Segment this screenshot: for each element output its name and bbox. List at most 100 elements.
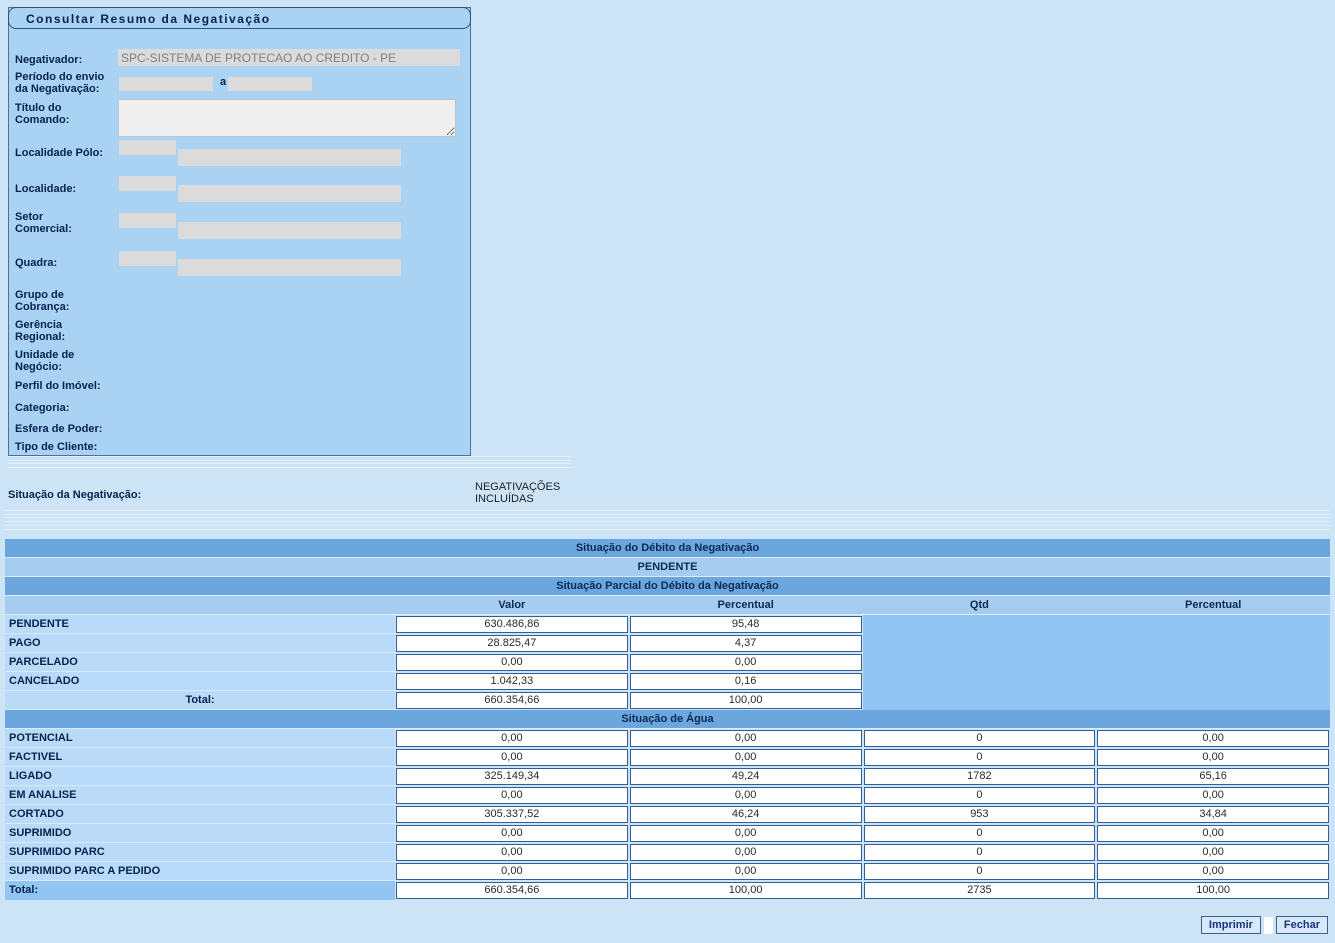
column-header-row: Valor Percentual Qtd Percentual xyxy=(5,596,1330,615)
table-row: CORTADO 305.337,52 46,24 953 34,84 xyxy=(5,805,1330,824)
table-row: POTENCIAL 0,00 0,00 0 0,00 xyxy=(5,729,1330,748)
qtd-cell: 0 xyxy=(864,787,1096,804)
percentual-cell: 0,00 xyxy=(630,825,862,842)
separator-line xyxy=(5,525,1330,530)
table-row: FACTIVEL 0,00 0,00 0 0,00 xyxy=(5,748,1330,767)
quadra-desc-input[interactable] xyxy=(178,259,401,276)
row-label-cell: CORTADO xyxy=(5,805,395,824)
row-label-cell: SUPRIMIDO PARC A PEDIDO xyxy=(5,862,395,881)
row-label-cell: PARCELADO xyxy=(5,653,395,672)
percentual-cell: 0,16 xyxy=(630,673,862,690)
agua-total-row: Total: 660.354,66 100,00 2735 100,00 xyxy=(5,881,1330,900)
localidade-code-input[interactable] xyxy=(119,176,176,191)
separator-line xyxy=(5,517,1330,522)
periodo-fim-input[interactable] xyxy=(228,77,312,91)
table-row: LIGADO 325.149,34 49,24 1782 65,16 xyxy=(5,767,1330,786)
periodo-inicio-input[interactable] xyxy=(119,77,213,91)
periodo-envio-label: Período do envio da Negativação: xyxy=(15,71,119,95)
quadra-code-input[interactable] xyxy=(119,251,176,266)
valor-cell: 0,00 xyxy=(396,825,628,842)
empty-merged-cell xyxy=(863,672,1331,691)
empty-merged-cell xyxy=(863,691,1331,710)
imprimir-button[interactable]: Imprimir xyxy=(1201,916,1261,934)
negativador-label: Negativador: xyxy=(15,54,125,66)
row-label-cell: FACTIVEL xyxy=(5,748,395,767)
localidade-polo-label: Localidade Pólo: xyxy=(15,147,125,159)
percentual-cell: 46,24 xyxy=(630,806,862,823)
partial-total-row: Total: 660.354,66 100,00 xyxy=(5,691,1330,710)
table-row: EM ANALISE 0,00 0,00 0 0,00 xyxy=(5,786,1330,805)
separator-line xyxy=(8,463,571,468)
row-label-cell: PENDENTE xyxy=(5,615,395,634)
localidade-polo-code-input[interactable] xyxy=(119,140,176,155)
qtd-percentual-cell: 0,00 xyxy=(1097,844,1329,861)
percentual-cell: 0,00 xyxy=(630,730,862,747)
gerencia-regional-label: Gerência Regional: xyxy=(15,319,85,343)
empty-merged-cell xyxy=(863,634,1331,653)
row-label-cell: SUPRIMIDO PARC xyxy=(5,843,395,862)
separator-line xyxy=(8,456,571,461)
total-valor-cell: 660.354,66 xyxy=(396,882,628,899)
setor-comercial-code-input[interactable] xyxy=(119,213,176,228)
empty-column-header xyxy=(5,596,395,615)
unidade-negocio-label: Unidade de Negócio: xyxy=(15,349,90,373)
fechar-button[interactable]: Fechar xyxy=(1276,916,1328,934)
valor-cell: 325.149,34 xyxy=(396,768,628,785)
button-spacer xyxy=(1264,917,1273,934)
perfil-imovel-label: Perfil do Imóvel: xyxy=(15,380,135,392)
qtd-cell: 0 xyxy=(864,749,1096,766)
empty-merged-cell xyxy=(863,653,1331,672)
situacao-negativacao-label: Situação da Negativação: xyxy=(8,489,141,501)
valor-cell: 0,00 xyxy=(396,844,628,861)
titulo-comando-textarea[interactable] xyxy=(118,99,456,137)
qtd-cell: 953 xyxy=(864,806,1096,823)
localidade-polo-desc-input[interactable] xyxy=(178,149,401,166)
total-label-cell: Total: xyxy=(5,881,395,900)
table-row: SUPRIMIDO PARC 0,00 0,00 0 0,00 xyxy=(5,843,1330,862)
row-label-cell: POTENCIAL xyxy=(5,729,395,748)
valor-cell: 0,00 xyxy=(396,730,628,747)
table-row: CANCELADO 1.042,33 0,16 xyxy=(5,672,1330,691)
percentual-cell: 49,24 xyxy=(630,768,862,785)
total-qtd-cell: 2735 xyxy=(864,882,1096,899)
percentual-cell: 0,00 xyxy=(630,654,862,671)
qtd-percentual-cell: 0,00 xyxy=(1097,787,1329,804)
percentual-cell: 0,00 xyxy=(630,844,862,861)
negativador-input[interactable] xyxy=(118,49,460,66)
row-label-cell: SUPRIMIDO xyxy=(5,824,395,843)
row-label-cell: EM ANALISE xyxy=(5,786,395,805)
qtd-cell: 0 xyxy=(864,863,1096,880)
qtd-percentual-cell: 65,16 xyxy=(1097,768,1329,785)
titulo-comando-label: Título do Comando: xyxy=(15,102,85,126)
valor-cell: 630.486,86 xyxy=(396,616,628,633)
total-qtd-percentual-cell: 100,00 xyxy=(1097,882,1329,899)
valor-cell: 0,00 xyxy=(396,749,628,766)
qtd-cell: 0 xyxy=(864,844,1096,861)
grupo-cobranca-label: Grupo de Cobrança: xyxy=(15,289,90,313)
setor-comercial-desc-input[interactable] xyxy=(178,222,401,239)
valor-cell: 1.042,33 xyxy=(396,673,628,690)
table-row: PARCELADO 0,00 0,00 xyxy=(5,653,1330,672)
total-percentual-cell: 100,00 xyxy=(630,692,862,709)
percentual-cell: 0,00 xyxy=(630,863,862,880)
percentual-cell: 0,00 xyxy=(630,787,862,804)
table-main-header: Situação do Débito da Negativação xyxy=(5,539,1330,558)
total-percentual-cell: 100,00 xyxy=(630,882,862,899)
qtd-percentual-cell: 0,00 xyxy=(1097,863,1329,880)
valor-cell: 0,00 xyxy=(396,787,628,804)
localidade-label: Localidade: xyxy=(15,183,125,195)
panel-title: Consultar Resumo da Negativação xyxy=(8,7,471,29)
table-row: PENDENTE 630.486,86 95,48 xyxy=(5,615,1330,634)
categoria-label: Categoria: xyxy=(15,402,135,414)
qtd-cell: 0 xyxy=(864,825,1096,842)
qtd-percentual-cell: 0,00 xyxy=(1097,825,1329,842)
table-row: SUPRIMIDO PARC A PEDIDO 0,00 0,00 0 0,00 xyxy=(5,862,1330,881)
separator-line xyxy=(5,510,1330,515)
qtd-cell: 1782 xyxy=(864,768,1096,785)
percentual-cell: 4,37 xyxy=(630,635,862,652)
empty-merged-cell xyxy=(863,615,1331,634)
table-row: SUPRIMIDO 0,00 0,00 0 0,00 xyxy=(5,824,1330,843)
localidade-desc-input[interactable] xyxy=(178,185,401,202)
total-label-cell: Total: xyxy=(5,691,395,710)
qtd-percentual-column-header: Percentual xyxy=(1096,596,1330,615)
